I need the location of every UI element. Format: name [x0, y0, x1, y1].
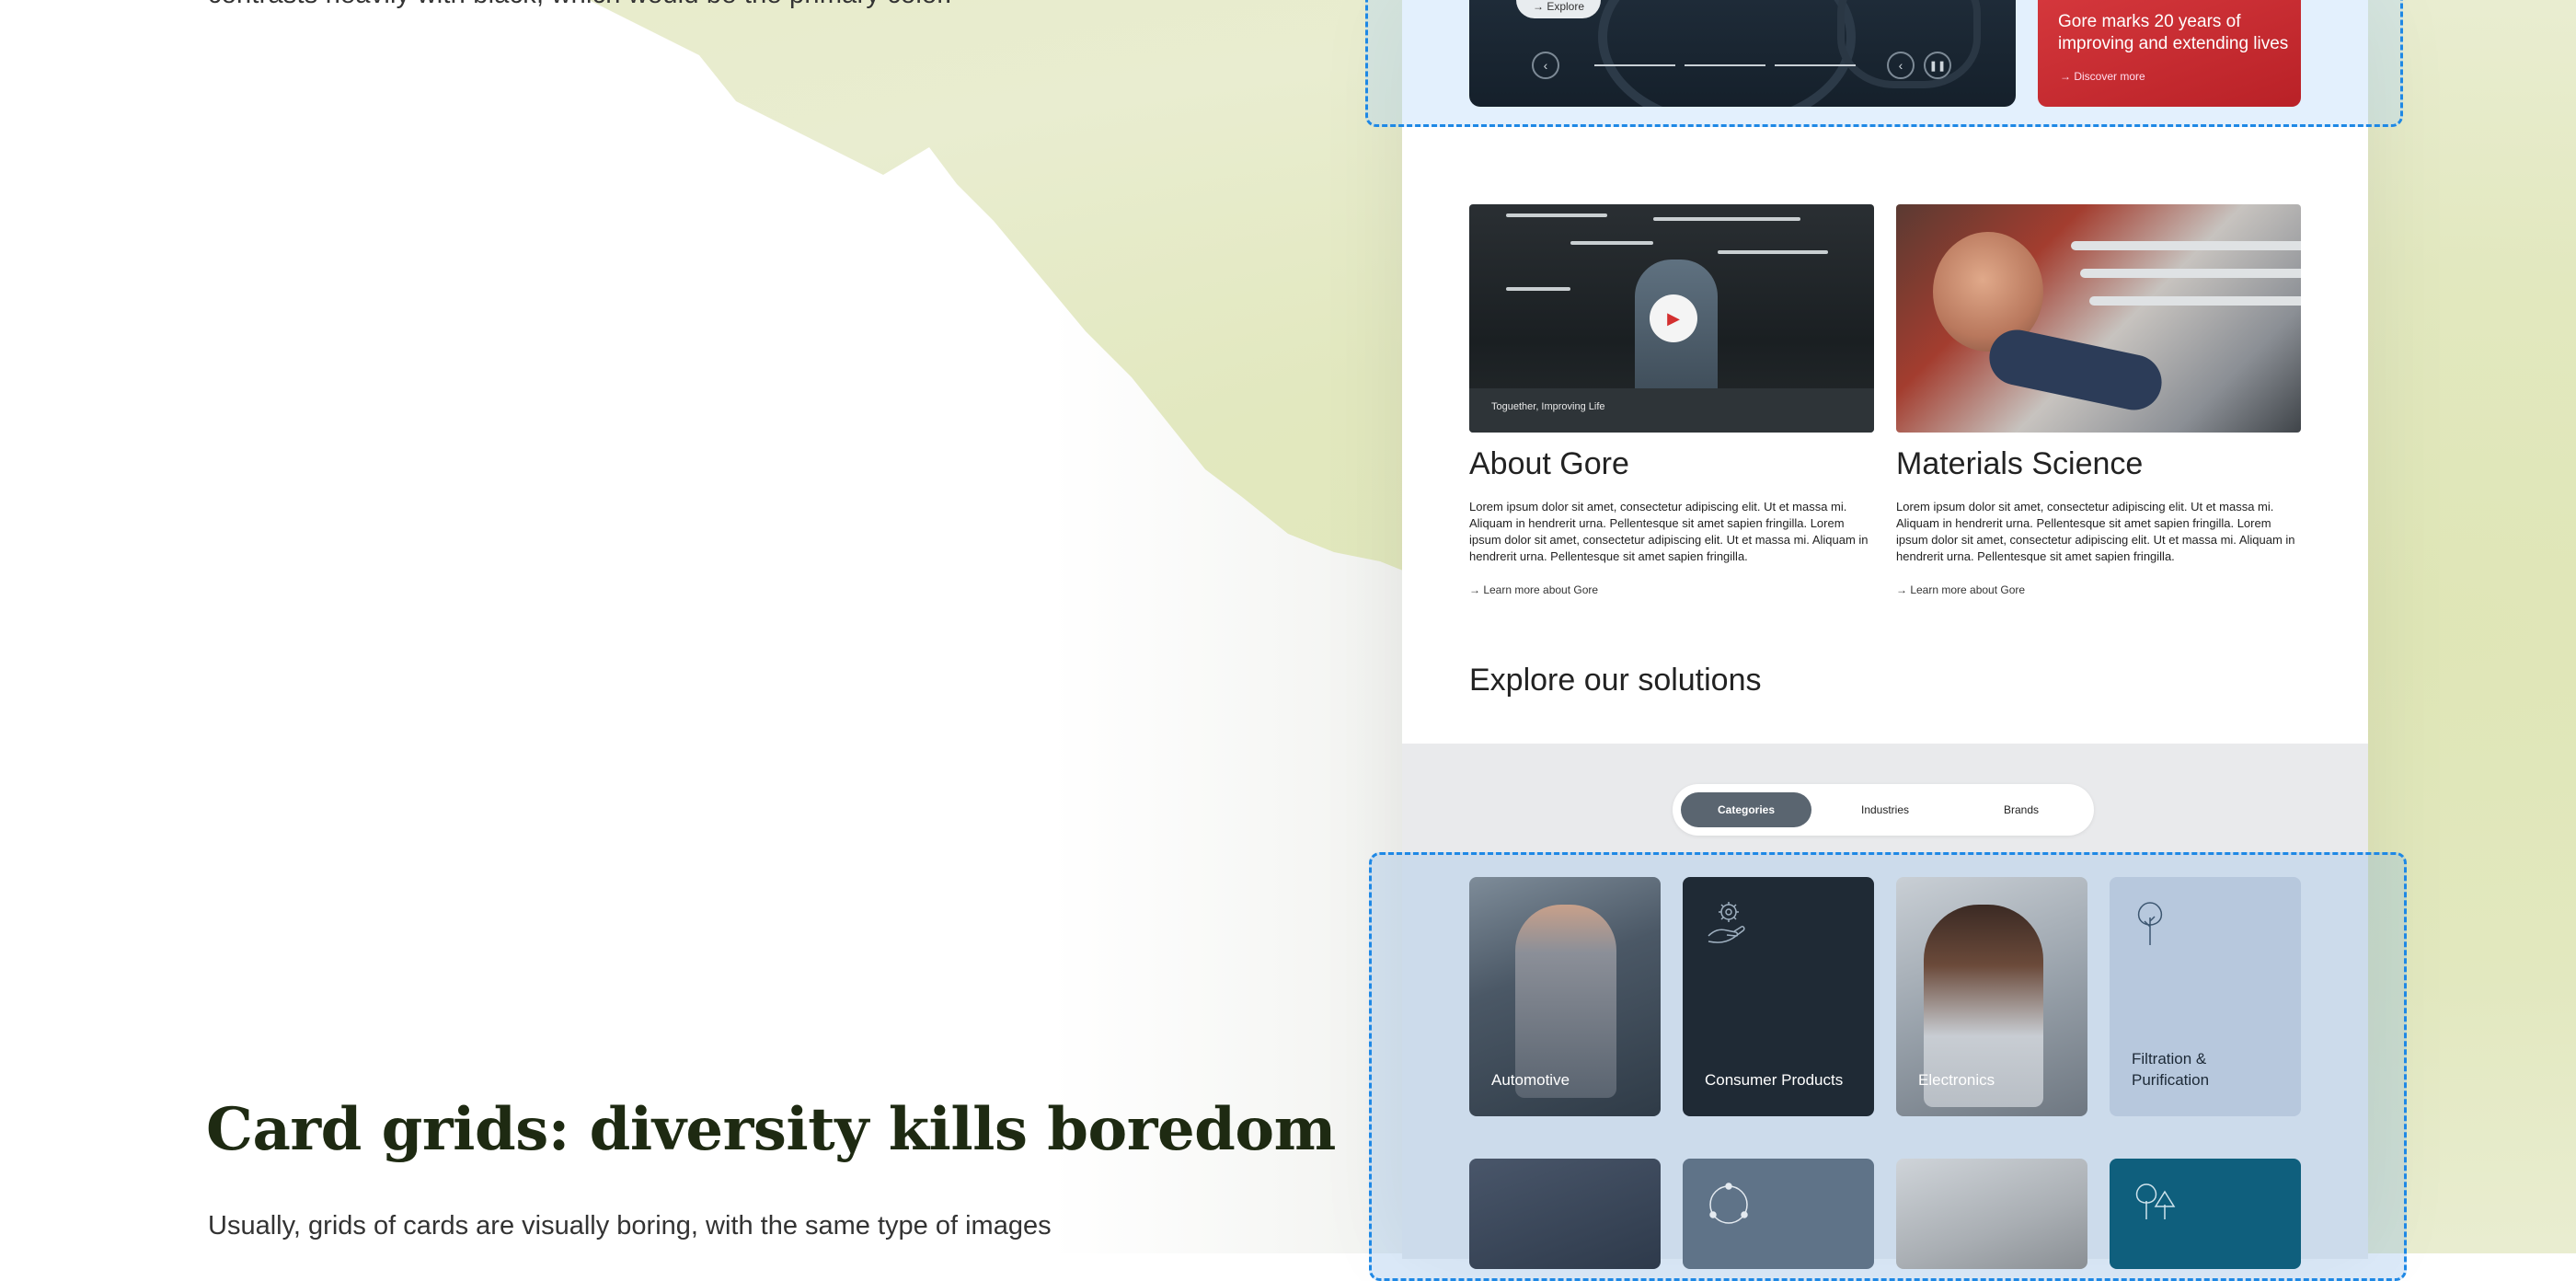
feature-text: Lorem ipsum dolor sit amet, consectetur …: [1896, 500, 2295, 563]
carousel-progress-bar[interactable]: [1685, 64, 1765, 66]
promo-title: Gore marks 20 years of improving and ext…: [2058, 12, 2289, 53]
tab-categories[interactable]: Categories: [1681, 792, 1811, 827]
torn-paper-edge: [0, 0, 1403, 1253]
card-label: Automotive: [1491, 1071, 1570, 1089]
learn-more-link[interactable]: → Learn more about Gore: [1469, 583, 1598, 596]
machine-roller: [2089, 296, 2301, 306]
feature-title: Materials Science: [1896, 446, 2144, 481]
machine-roller: [2080, 269, 2301, 278]
worker-arm: [1984, 324, 2168, 416]
chevron-left-icon[interactable]: ‹: [1887, 52, 1915, 79]
video-thumbnail[interactable]: ▶ Toguether, Improving Life: [1469, 204, 1874, 433]
ceiling-light: [1506, 287, 1570, 291]
cycle-icon: [1709, 1183, 1748, 1224]
category-card-electronics[interactable]: Electronics: [1896, 877, 2087, 1116]
ceiling-light: [1653, 217, 1800, 221]
category-card[interactable]: [1469, 1159, 1661, 1269]
article-body-text: Usually, grids of cards are visually bor…: [208, 1211, 1052, 1241]
solutions-tabs: Categories Industries Brands: [1673, 784, 2094, 836]
tab-brands[interactable]: Brands: [1956, 792, 2087, 827]
category-card[interactable]: [2110, 1159, 2301, 1269]
hand-gear-icon: [1708, 902, 1745, 943]
explore-button[interactable]: → Explore: [1516, 0, 1601, 18]
feature-title: About Gore: [1469, 446, 1629, 481]
category-card[interactable]: [1896, 1159, 2087, 1269]
article-intro-text: contrasts heavily with black, which woul…: [208, 0, 952, 10]
card-label: Electronics: [1918, 1071, 1995, 1089]
ceiling-light: [1718, 250, 1828, 254]
section-heading: Explore our solutions: [1469, 663, 1762, 698]
card-label: Filtration & Purification: [2132, 1050, 2210, 1089]
pause-icon[interactable]: ❚❚: [1924, 52, 1951, 79]
category-card[interactable]: [1683, 1159, 1874, 1269]
chevron-left-icon[interactable]: ‹: [1532, 52, 1559, 79]
trees-icon: [2135, 1183, 2176, 1219]
materials-science-image: [1896, 204, 2301, 433]
hero-cable-graphic: [1598, 0, 1856, 107]
feature-text: Lorem ipsum dolor sit amet, consectetur …: [1469, 500, 1869, 563]
learn-more-link[interactable]: → Learn more about Gore: [1896, 583, 2025, 596]
category-card-automotive[interactable]: Automotive: [1469, 877, 1661, 1116]
tree-icon: [2137, 902, 2163, 945]
promo-card[interactable]: Gore marks 20 years of improving and ext…: [2038, 0, 2301, 107]
play-icon[interactable]: ▶: [1650, 294, 1697, 342]
article-heading: Card grids: diversity kills boredom: [206, 1095, 1336, 1164]
ceiling-light: [1506, 214, 1607, 217]
category-card-filtration[interactable]: Filtration & Purification: [2110, 877, 2301, 1116]
ceiling-light: [1570, 241, 1653, 245]
carousel-progress-bar[interactable]: [1775, 64, 1856, 66]
category-card-consumer-products[interactable]: Consumer Products: [1683, 877, 1874, 1116]
carousel-progress-bar[interactable]: [1594, 64, 1675, 66]
tab-industries[interactable]: Industries: [1820, 792, 1950, 827]
video-caption: Toguether, Improving Life: [1491, 401, 1605, 412]
discover-more-link[interactable]: → Discover more: [2060, 70, 2145, 83]
machine-roller: [2071, 241, 2301, 250]
card-label: Consumer Products: [1705, 1071, 1844, 1089]
